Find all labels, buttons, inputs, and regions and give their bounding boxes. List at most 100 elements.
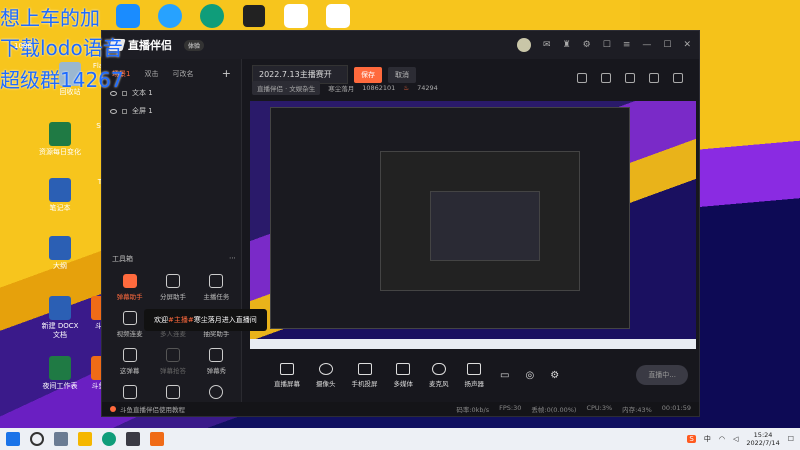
desktop-icon-excel[interactable]: 资源每日变化 <box>38 122 82 157</box>
button-label: 直播屏幕 <box>274 379 300 388</box>
file-explorer-icon[interactable] <box>78 432 92 446</box>
category-selector[interactable]: 直播伴侣 · 文娱杂生 <box>252 81 321 95</box>
desktop-icon-label: 资源每日变化 <box>39 148 81 156</box>
version-badge[interactable]: 体验 <box>184 39 205 51</box>
tool-pk[interactable] <box>151 385 194 402</box>
shirt-icon[interactable]: ♜ <box>563 40 571 50</box>
desktop-icon-worksheet[interactable]: 夜间工作表 <box>38 356 82 391</box>
ime-icon[interactable]: S <box>687 435 696 443</box>
tool-danmaku-filter[interactable]: 这弹幕 <box>108 348 151 375</box>
volume-icon[interactable]: ◁ <box>733 435 738 443</box>
source-item[interactable]: 全屏 1 <box>102 102 241 120</box>
tutorial-link[interactable]: 斗鱼直播伴侣使用教程 <box>110 404 185 414</box>
edge-icon[interactable] <box>200 4 224 28</box>
clock[interactable]: 15:24 2022/7/14 <box>746 431 779 447</box>
minimize-icon[interactable]: — <box>642 40 651 50</box>
tool-label: 这弹幕 <box>119 367 140 375</box>
wifi-icon[interactable]: ◠ <box>719 435 725 443</box>
system-tray: S 中 ◠ ◁ 15:24 2022/7/14 ☐ <box>687 431 794 447</box>
desktop-top-icons <box>116 4 350 28</box>
tool-danmaku-show[interactable]: 弹幕秀 <box>195 348 238 375</box>
button-label: 摄像头 <box>316 379 336 388</box>
search-icon[interactable] <box>30 432 44 446</box>
douyu-taskbar-icon[interactable] <box>150 432 164 446</box>
danmaku-icon <box>122 274 137 288</box>
tool-danmaku-quiz[interactable]: 弹幕抢答 <box>151 348 194 375</box>
download-icon <box>209 385 224 399</box>
tab-rename[interactable]: 可改名 <box>172 69 193 79</box>
phone-cast-button[interactable]: 手机投屏 <box>352 362 378 388</box>
speaker-button[interactable]: 扬声器 <box>464 362 485 388</box>
tool-label: 弹幕助手 <box>116 293 143 301</box>
app-icon[interactable] <box>116 4 140 28</box>
add-scene-button[interactable]: + <box>222 67 231 80</box>
tool-label: 分屏助手 <box>159 293 186 301</box>
avatar[interactable] <box>517 38 532 52</box>
tab-double-click[interactable]: 双击 <box>144 69 158 79</box>
desktop-icon-docx[interactable]: 新建 DOCX 文档 <box>38 296 82 340</box>
folder-icon[interactable] <box>242 4 266 28</box>
settings-icon[interactable]: ⚙ <box>550 370 559 381</box>
feedback-icon[interactable]: ☐ <box>603 40 611 50</box>
ime-mode[interactable]: 中 <box>704 434 711 444</box>
tool-label: 多人连麦 <box>159 330 186 338</box>
record-icon[interactable]: ▭ <box>500 370 509 381</box>
show-icon <box>209 348 224 362</box>
taskbar-app-icon[interactable] <box>126 432 140 446</box>
settings-icon[interactable]: ⚙ <box>583 40 591 50</box>
layout-icon[interactable] <box>577 73 587 83</box>
share-icon[interactable] <box>673 73 683 83</box>
desktop-icon-notebook[interactable]: 笔记本 <box>38 178 82 213</box>
landscape-icon[interactable] <box>625 73 635 83</box>
notification-icon[interactable]: ☐ <box>788 435 794 443</box>
task-view-icon[interactable] <box>54 432 68 446</box>
clock-date: 2022/7/14 <box>746 439 780 447</box>
refresh-icon[interactable] <box>158 4 182 28</box>
document-icon[interactable] <box>326 4 350 28</box>
flame-icon: ♨ <box>403 84 410 92</box>
mail-icon[interactable]: ✉ <box>543 40 551 50</box>
eye-icon[interactable] <box>110 108 117 114</box>
edge-icon[interactable] <box>102 432 116 446</box>
go-live-button[interactable]: 直播中... <box>636 365 688 385</box>
microphone-button[interactable]: 麦克风 <box>429 362 449 388</box>
tool-download[interactable] <box>195 385 238 402</box>
document-icon[interactable] <box>284 4 308 28</box>
menu-icon[interactable]: ≡ <box>623 40 631 50</box>
start-icon[interactable] <box>6 432 20 446</box>
desktop-icon-label: 大纲 <box>53 262 67 270</box>
unlock-icon[interactable] <box>601 73 611 83</box>
button-label: 扬声器 <box>464 379 485 388</box>
source-label: 全屏 1 <box>132 107 153 115</box>
camera-button[interactable]: 摄像头 <box>316 362 336 388</box>
tool-danmaku-assistant[interactable]: 弹幕助手 <box>108 274 151 301</box>
beauty-icon[interactable]: ◎ <box>525 370 534 381</box>
screen-capture-button[interactable]: 直播屏幕 <box>274 362 300 388</box>
quiz-icon <box>165 348 180 362</box>
close-icon[interactable]: ✕ <box>683 40 691 50</box>
window-controls: ✉ ♜ ⚙ ☐ ≡ — ☐ ✕ <box>517 38 691 52</box>
toolbox-grid: 弹幕助手 分屏助手 主播任务 视频连麦 多人连麦 抽奖助手 这弹幕 弹幕抢答 弹… <box>108 274 238 402</box>
lock-icon[interactable] <box>122 108 127 114</box>
memory-usage: 内存:43% <box>622 406 652 414</box>
tool-label: 弹幕抢答 <box>159 367 186 375</box>
tool-split-screen[interactable]: 分屏助手 <box>151 274 194 301</box>
bitrate: 码率:0kb/s <box>456 406 490 414</box>
portrait-icon[interactable] <box>649 73 659 83</box>
tool-record[interactable] <box>108 385 151 402</box>
maximize-icon[interactable]: ☐ <box>663 40 671 50</box>
tutorial-text: 斗鱼直播伴侣使用教程 <box>120 406 185 414</box>
desktop-icon-label: 笔记本 <box>49 204 71 212</box>
source-label: 文本 1 <box>132 89 153 97</box>
douyu-dot-icon <box>110 406 116 412</box>
tool-streamer-task[interactable]: 主播任务 <box>195 274 238 301</box>
status-bar: 斗鱼直播伴侣使用教程 码率:0kb/s FPS:30 丢帧:0(0.00%) C… <box>102 402 699 416</box>
cpu-usage: CPU:3% <box>586 404 613 412</box>
live-assistant-window: 直播伴侣 体验 ✉ ♜ ⚙ ☐ ≡ — ☐ ✕ 场景1 双击 可改名 + 文本 … <box>101 30 700 417</box>
media-button[interactable]: 多媒体 <box>394 362 413 388</box>
toolbox-header: 工具箱 ⋯ <box>112 254 236 264</box>
desktop-icon-outline[interactable]: 大纲 <box>38 236 82 271</box>
dropped-frames: 丢帧:0(0.00%) <box>531 406 577 414</box>
stream-preview[interactable] <box>250 101 696 349</box>
more-icon[interactable]: ⋯ <box>229 254 236 264</box>
